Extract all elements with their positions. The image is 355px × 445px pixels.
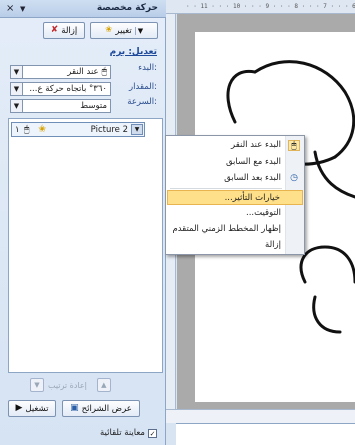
animation-list[interactable]: ١ 🖱 ✬ Picture 2 ▼ [8,118,163,373]
menu-item-start-with-previous[interactable]: البدء مع السابق [167,155,303,170]
move-up-button[interactable]: ▲ [96,378,111,392]
auto-preview-option[interactable]: معاينة تلقائية ✓ [100,428,157,438]
slideshow-icon: ▣ [70,403,79,413]
edit-effect-label: تعديل: برم [109,47,157,57]
menu-item-label: إظهار المخطط الزمني المتقدم [172,224,281,234]
item-name: Picture 2 [90,124,128,135]
remove-label: إزالة [61,25,78,36]
mouse-icon: 🖱 [101,67,107,77]
reorder-label: إعادة ترتيب [48,380,87,390]
amount-label: المقدار: [129,82,157,92]
menu-item-label: إزالة [265,240,281,250]
notes-pane[interactable] [176,423,355,445]
menu-item-remove[interactable]: إزالة [167,238,303,253]
horizontal-ruler: · · 11 · · · 10 · · · 9 · · · 8 · · · 7 … [166,0,355,14]
list-item[interactable]: ١ 🖱 ✬ Picture 2 ▼ [11,122,145,137]
play-icon: ▶ [15,403,23,413]
mouse-icon: 🖱 [24,124,30,135]
pane-title: حركة مخصصة [96,3,158,13]
menu-item-show-advanced-timeline[interactable]: إظهار المخطط الزمني المتقدم [167,222,303,237]
menu-item-effect-options[interactable]: خيارات التأثير... [167,190,303,205]
chevron-down-icon: ▼ [11,66,23,78]
start-label: البدء: [138,63,157,73]
speed-value: متوسط [80,101,107,111]
add-effect-button[interactable]: ✬ تغيير ▼ [90,22,158,39]
context-menu: 🖱 البدء عند النقر البدء مع السابق ◷ البد… [165,135,305,255]
start-value: عند النقر [67,67,99,77]
menu-item-label: البدء بعد السابق [224,173,281,183]
start-select[interactable]: ▼ 🖱 عند النقر [10,65,111,79]
play-label: تشغيل [25,403,49,414]
mouse-icon: 🖱 [288,140,300,151]
add-effect-label: تغيير [115,25,132,36]
horizontal-scrollbar[interactable] [166,409,355,423]
amount-value: ٣٦٠° باتجاه حركة ع... [29,84,107,94]
menu-item-timing[interactable]: التوقيت... [167,206,303,221]
slideshow-button[interactable]: ▣ عرض الشرائح [62,400,140,417]
effect-star-icon: ✬ [38,124,47,135]
pane-menu-icon[interactable]: ▼ [20,5,25,13]
menu-item-start-on-click[interactable]: 🖱 البدء عند النقر [167,138,303,153]
auto-preview-label: معاينة تلقائية [100,428,145,438]
custom-animation-pane: × ▼ حركة مخصصة ✬ تغيير ▼ ✘ إزالة تعديل: … [0,0,166,445]
menu-item-start-after-previous[interactable]: ◷ البدء بعد السابق [167,171,303,186]
chevron-down-icon: ▼ [11,100,23,112]
play-button[interactable]: ▶ تشغيل [8,400,56,417]
chevron-down-icon: ▼ [11,83,23,95]
slideshow-label: عرض الشرائح [81,403,132,414]
pane-title-bar: × ▼ حركة مخصصة [0,0,166,18]
menu-item-label: التوقيت... [246,208,281,218]
menu-item-label: البدء عند النقر [231,140,281,150]
item-dropdown-button[interactable]: ▼ [131,124,143,135]
amount-select[interactable]: ▼ ٣٦٠° باتجاه حركة ع... [10,82,111,96]
item-order-number: ١ [15,124,20,135]
auto-preview-checkbox[interactable]: ✓ [148,428,157,438]
star-icon: ✬ [104,25,113,35]
clock-icon: ◷ [290,173,298,183]
menu-separator [170,188,282,189]
close-icon[interactable]: × [6,3,14,14]
reorder-row: ▼ إعادة ترتيب ▲ [30,378,111,392]
speed-select[interactable]: ▼ متوسط [10,99,111,113]
chevron-down-icon: ▼ [134,26,143,35]
menu-item-label: البدء مع السابق [225,157,281,167]
remove-button[interactable]: ✘ إزالة [43,22,85,39]
menu-item-label: خيارات التأثير... [224,193,280,203]
speed-label: السرعة: [127,97,157,107]
move-down-button[interactable]: ▼ [30,378,44,392]
remove-icon: ✘ [50,25,59,35]
